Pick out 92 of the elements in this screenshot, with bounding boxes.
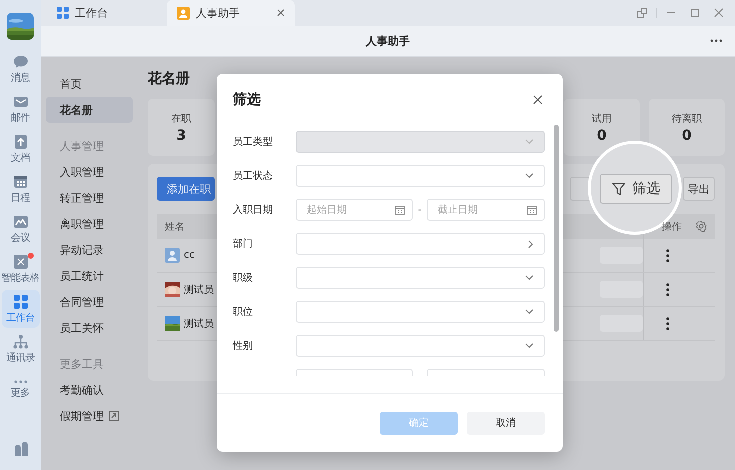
filter-icon (612, 182, 626, 196)
chart-icon[interactable] (12, 442, 28, 456)
more-icon[interactable] (710, 39, 723, 43)
stat-value: 3 (176, 128, 186, 144)
column-header: 姓名 (165, 220, 185, 234)
chat-icon (12, 54, 28, 70)
field-label: 性别 (233, 340, 254, 353)
filter-button[interactable]: 筛选 (600, 174, 672, 204)
field-label: 员工类型 (233, 136, 274, 149)
nav-item[interactable]: 花名册 (46, 97, 133, 123)
add-button[interactable]: 添加在职 (157, 177, 215, 201)
rail-item[interactable]: 通讯录 (2, 330, 40, 368)
select-field[interactable] (296, 335, 545, 357)
placeholder-bar (600, 281, 643, 298)
calendar-icon (395, 205, 405, 215)
field-label: 部门 (233, 238, 254, 251)
kebab-menu-icon[interactable] (666, 248, 670, 262)
name-cell-text: 测试员 (184, 318, 214, 330)
select-field[interactable] (296, 301, 545, 323)
placeholder-bar (600, 247, 643, 264)
stat-value: 0 (682, 128, 692, 144)
chevron-right-icon (528, 240, 534, 248)
kebab-menu-icon[interactable] (666, 316, 670, 330)
field-label: 员工状态 (233, 170, 274, 183)
placeholder-bar (600, 315, 643, 332)
nav-item[interactable]: 合同管理 (46, 289, 133, 315)
select-field[interactable] (296, 165, 545, 187)
page-title: 花名册 (148, 70, 191, 89)
tab[interactable]: 人事助手 (167, 0, 295, 26)
nav-item[interactable]: 首页 (46, 71, 133, 97)
date-field[interactable]: 起始日期 (296, 199, 413, 221)
nav-item[interactable]: 异动记录 (46, 237, 133, 263)
nav-item[interactable]: 转正管理 (46, 185, 133, 211)
stat-value: 0 (597, 128, 607, 144)
nav-item[interactable]: 考勤确认 (46, 377, 133, 403)
rail-item[interactable]: 更多 (2, 370, 40, 408)
maximize-icon[interactable] (690, 8, 700, 18)
chevron-down-icon (525, 275, 534, 281)
chevron-down-icon (525, 309, 534, 315)
document-icon (12, 134, 28, 150)
more-icon (12, 379, 28, 385)
chevron-down-icon (525, 173, 534, 179)
person-icon (177, 6, 190, 20)
nav-group-label: 更多工具 (60, 356, 104, 372)
nav-item[interactable]: 离职管理 (46, 211, 133, 237)
name-cell-text: 测试员 (184, 284, 214, 296)
calendar-icon (12, 174, 28, 190)
apps-icon (12, 294, 28, 310)
calendar-icon (527, 205, 537, 215)
chevron-down-icon (525, 139, 534, 145)
avatar-icon (165, 248, 180, 263)
rail-item[interactable]: 邮件 (2, 90, 40, 128)
dialog-title: 筛选 (233, 90, 261, 108)
stat-label: 待离职 (672, 112, 702, 126)
close-icon[interactable] (277, 9, 285, 17)
apps-icon (57, 7, 69, 19)
window-icon[interactable] (637, 8, 647, 18)
close-icon[interactable] (533, 94, 543, 104)
field-label: 职位 (233, 306, 254, 319)
settings-icon[interactable] (696, 221, 707, 232)
stat-label: 试用 (592, 112, 612, 126)
input-field[interactable] (570, 177, 592, 201)
field-label: 入职日期 (233, 204, 274, 217)
column-header: 操作 (662, 220, 682, 234)
nav-group-label: 人事管理 (60, 138, 104, 154)
rail-item[interactable]: 文档 (2, 130, 40, 168)
app-title: 人事助手 (366, 34, 410, 48)
rail-item[interactable]: 会议 (2, 210, 40, 248)
date-field[interactable]: 截止日期 (427, 199, 545, 221)
mail-icon (12, 94, 28, 110)
nav-item[interactable]: 员工关怀 (46, 315, 133, 341)
org-chart-icon (12, 334, 28, 350)
chevron-down-icon (525, 343, 534, 349)
rail-item[interactable]: 智能表格 (2, 250, 40, 288)
range-separator: - (417, 204, 423, 216)
kebab-menu-icon[interactable] (666, 282, 670, 296)
nav-item[interactable]: 入职管理 (46, 159, 133, 185)
cancel-button[interactable]: 取消 (467, 412, 545, 434)
export-button[interactable]: 导出 (683, 177, 715, 201)
field-label: 职级 (233, 272, 254, 285)
external-link-icon (109, 411, 119, 421)
picker-field[interactable] (296, 233, 545, 255)
scrollbar-thumb[interactable] (554, 125, 559, 332)
image-icon (12, 214, 28, 230)
stat-label: 在职 (172, 112, 192, 126)
rail-item[interactable]: 消息 (2, 50, 40, 88)
nav-item[interactable]: 假期管理 (46, 403, 133, 429)
name-cell: cc (184, 250, 195, 261)
select-field[interactable] (296, 267, 545, 289)
rail-item[interactable]: 日程 (2, 170, 40, 208)
nav-item[interactable]: 员工统计 (46, 263, 133, 289)
tab[interactable]: 工作台 (47, 0, 167, 26)
